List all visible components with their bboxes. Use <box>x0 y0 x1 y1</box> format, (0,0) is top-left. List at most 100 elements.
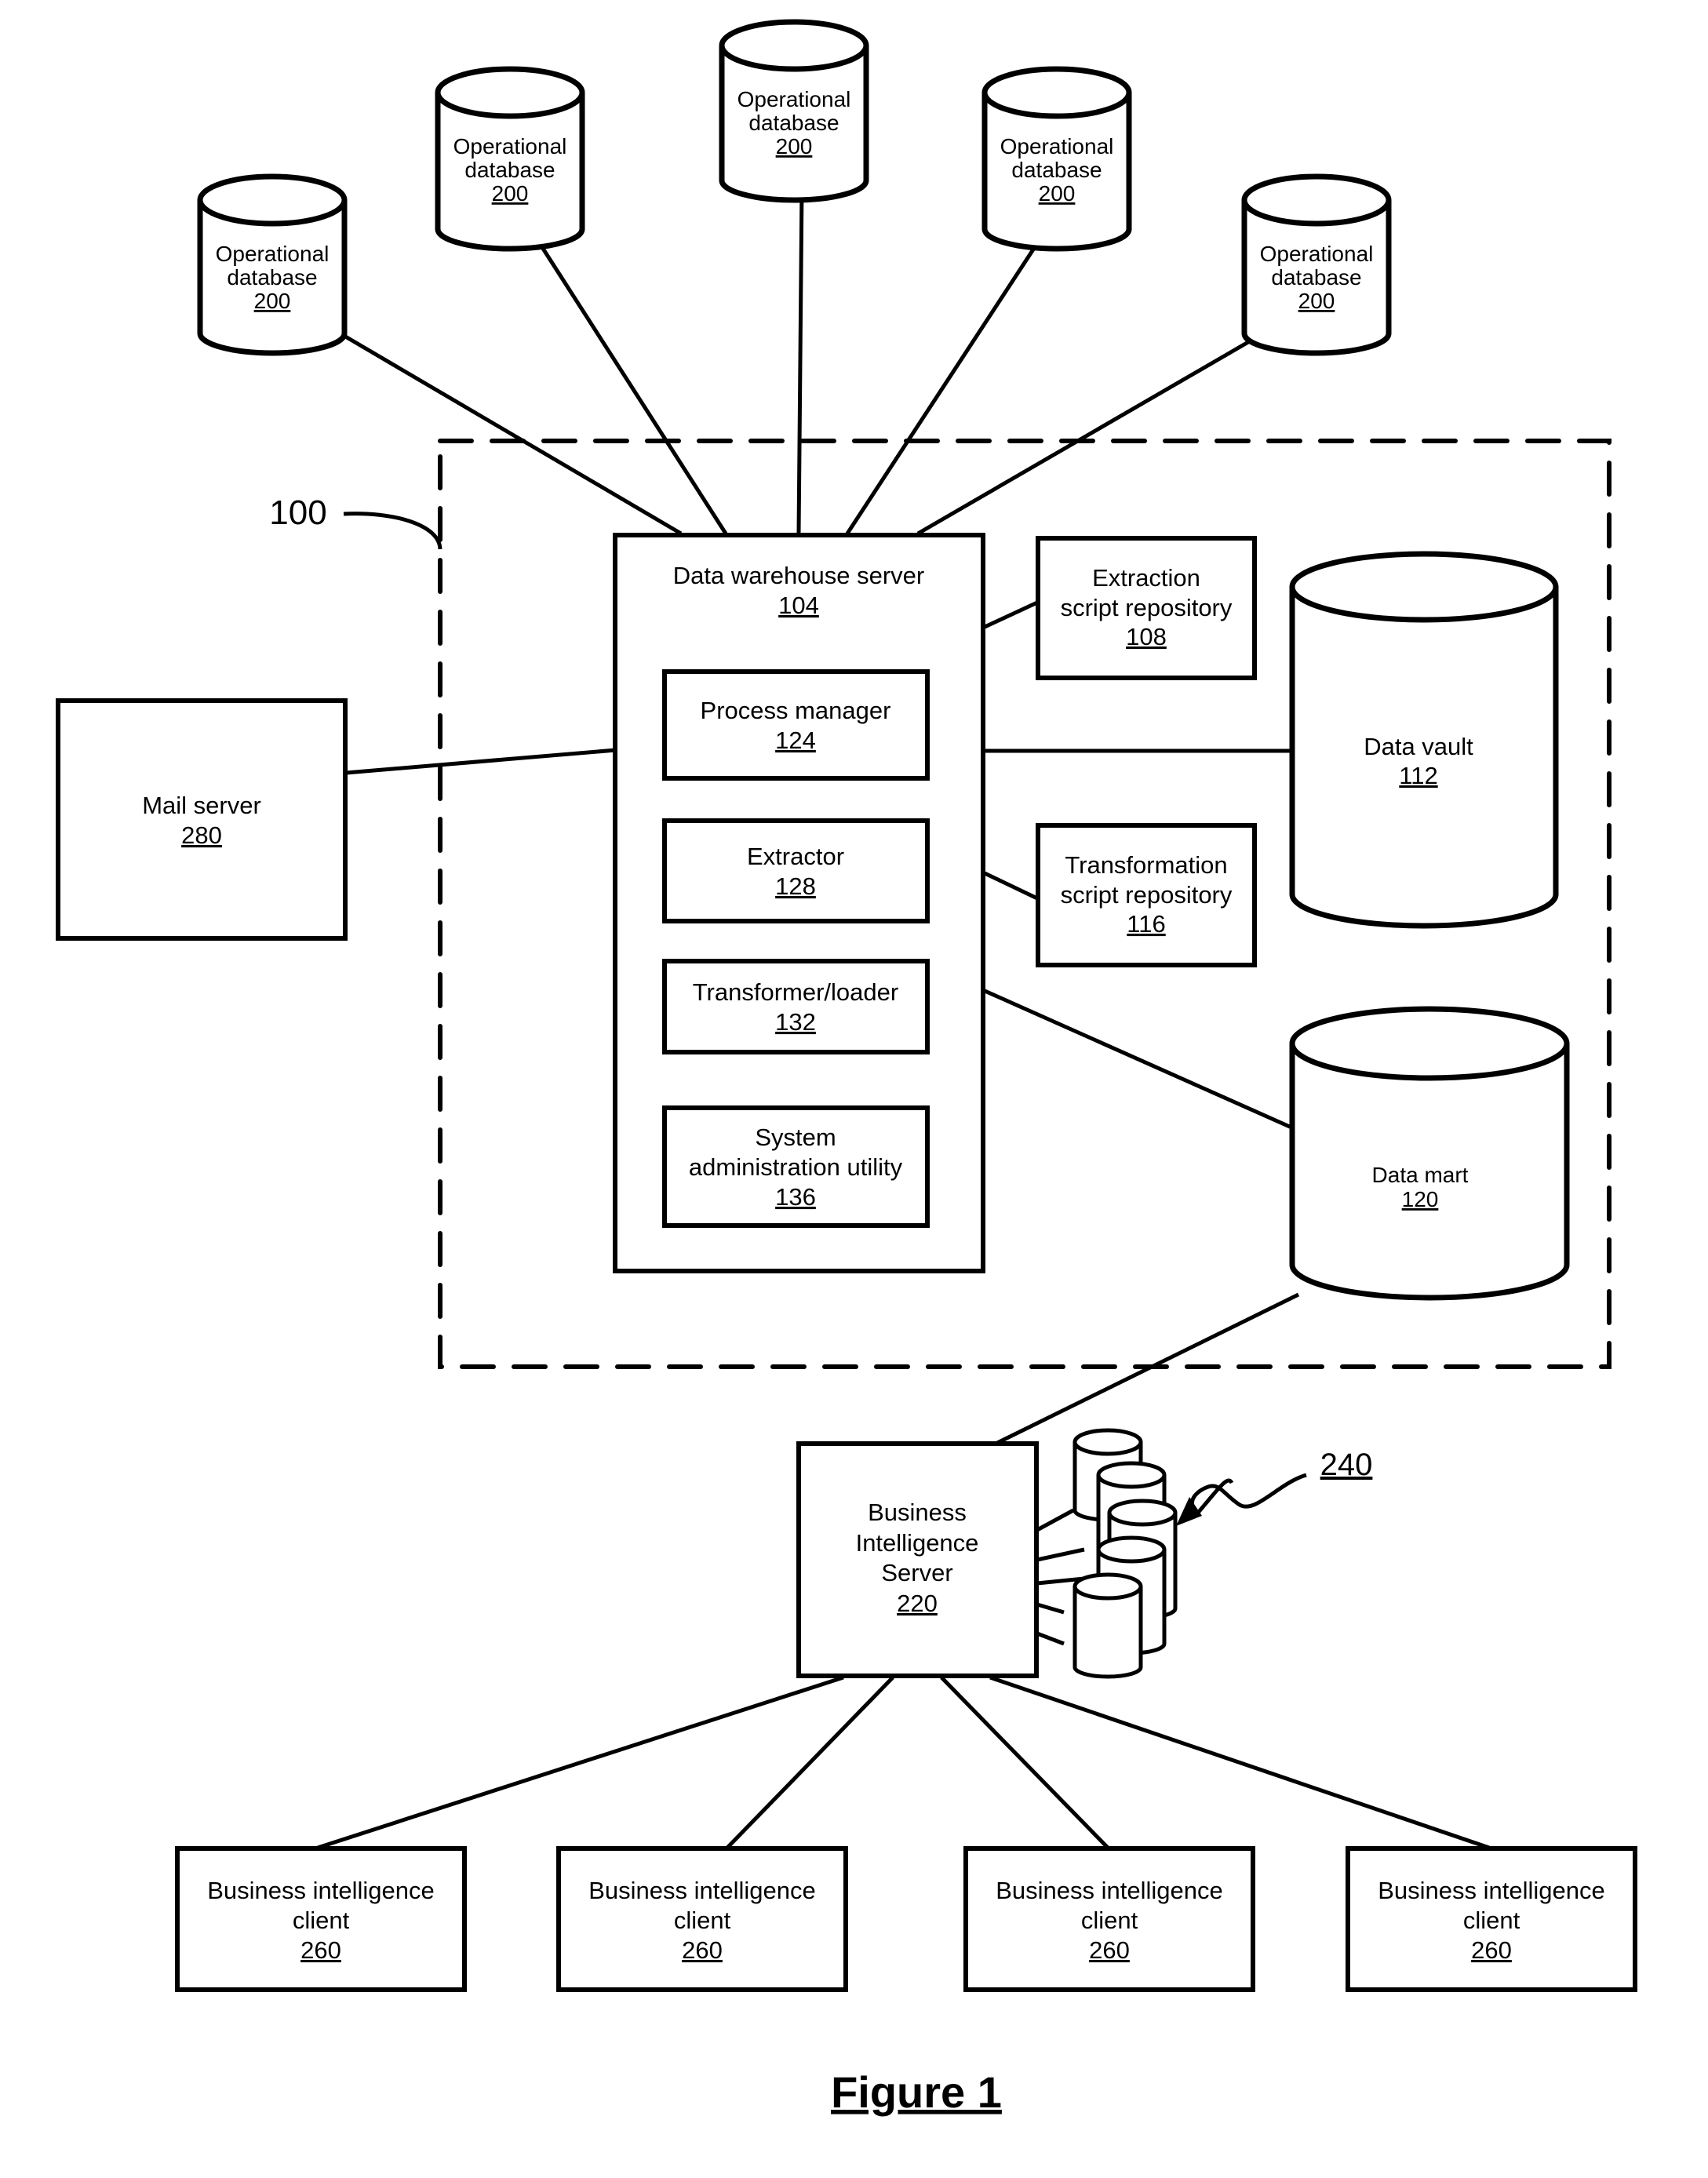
bi-store-ref-label: 240 <box>1320 1448 1373 1482</box>
link-opdb3-dws <box>796 186 804 534</box>
dws-component-ref: 128 <box>775 872 816 900</box>
operational-database[interactable]: Operationaldatabase200 <box>1241 173 1392 356</box>
bi-clients: Business intelligenceclient260Business i… <box>175 1846 1637 1992</box>
opdb-ref: 200 <box>776 134 813 158</box>
bi-client-label: client <box>674 1907 731 1934</box>
data-vault-ref: 112 <box>1399 762 1437 789</box>
link-opdb2-dws <box>531 232 728 535</box>
transformation-script-repository[interactable]: Transformation script repository 116 <box>1036 823 1257 967</box>
data-vault[interactable]: Data vault 112 <box>1289 551 1559 929</box>
bi-client-ref: 260 <box>300 1936 341 1964</box>
opdb-label-line1: Operational <box>1260 242 1374 266</box>
system-ref-leader <box>343 512 442 550</box>
bi-client-ref: 260 <box>1089 1936 1130 1964</box>
bi-server-line2: Intelligence <box>856 1529 979 1557</box>
link-bi-server-client1 <box>317 1675 844 1850</box>
operational-database[interactable]: Operationaldatabase200 <box>719 19 869 203</box>
mail-server-ref: 280 <box>181 821 222 849</box>
bi-client-label: Business intelligence <box>996 1877 1223 1904</box>
dws-component-label: Transformer/loader <box>693 978 898 1006</box>
operational-database[interactable]: Operationaldatabase200 <box>435 66 585 252</box>
opdb-ref: 200 <box>492 181 529 206</box>
bi-client[interactable]: Business intelligence client260 <box>556 1846 848 1992</box>
opdb-label-line2: database <box>1011 158 1102 182</box>
dws-component[interactable]: Process manager 124 <box>662 669 930 781</box>
bi-store-ref-indicator: 240 <box>1176 1448 1372 1526</box>
bi-store-cylinder-icon <box>1073 1572 1143 1679</box>
link-bi-server-client2 <box>726 1676 894 1849</box>
bi-server-ref: 220 <box>897 1590 938 1617</box>
dws-component-ref: 136 <box>775 1183 816 1211</box>
bi-client-label: client <box>293 1907 350 1934</box>
link-data-mart-bi-server <box>991 1292 1300 1448</box>
bi-server-line1: Business <box>868 1499 967 1526</box>
dws-component-ref: 132 <box>775 1008 816 1036</box>
link-mail-dws <box>345 748 617 775</box>
link-dws-data-mart <box>981 988 1293 1130</box>
dws-component-label: administration utility <box>689 1153 903 1181</box>
link-opdb4-dws <box>845 232 1046 535</box>
operational-database[interactable]: Operationaldatabase200 <box>197 173 348 356</box>
opdb-label-line2: database <box>227 265 317 290</box>
cluster-link-1 <box>1036 1508 1075 1532</box>
bi-client-label: client <box>1081 1907 1138 1934</box>
bi-server-line3: Server <box>881 1559 952 1586</box>
dws-component[interactable]: Systemadministration utility136 <box>662 1105 930 1228</box>
bi-client-label: Business intelligence <box>588 1877 816 1904</box>
data-warehouse-server[interactable]: Data warehouse server 104 Process manage… <box>613 533 985 1273</box>
squiggle-leader <box>1190 1473 1307 1514</box>
figure-caption: Figure 1 <box>831 2067 1002 2117</box>
bi-client[interactable]: Business intelligence client260 <box>963 1846 1255 1992</box>
opdb-ref: 200 <box>254 289 291 313</box>
opdb-label-line1: Operational <box>737 87 851 111</box>
opdb-label-line2: database <box>464 158 555 182</box>
link-dws-extraction-repo <box>981 600 1039 630</box>
transformation-repo-ref: 116 <box>1127 910 1165 938</box>
link-bi-server-client4 <box>989 1675 1490 1850</box>
dws-component-label: Extractor <box>747 843 844 870</box>
extraction-repo-ref: 108 <box>1126 623 1167 650</box>
architecture-diagram: 100 Operationaldatabase200Operationaldat… <box>56 19 1637 2117</box>
extraction-repo-line1: Extraction <box>1092 564 1200 592</box>
bi-server[interactable]: Business Intelligence Server 220 <box>796 1441 1039 1678</box>
opdb-ref: 200 <box>1298 289 1335 313</box>
opdb-label-line1: Operational <box>453 134 567 158</box>
operational-database[interactable]: Operationaldatabase200 <box>981 66 1132 252</box>
bi-client-label: client <box>1463 1907 1520 1934</box>
data-vault-label: Data vault <box>1364 733 1473 760</box>
system-ref-label: 100 <box>269 494 326 532</box>
link-dws-transformation-repo <box>981 870 1039 901</box>
extraction-script-repository[interactable]: Extraction script repository 108 <box>1036 536 1257 680</box>
opdb-label-line1: Operational <box>216 242 330 266</box>
dws-ref: 104 <box>778 592 819 619</box>
data-mart[interactable]: Data mart 120 <box>1289 1006 1570 1301</box>
dws-component-label: System <box>755 1124 836 1151</box>
cluster-link-5 <box>1036 1631 1065 1646</box>
bi-client-ref: 260 <box>682 1936 723 1964</box>
data-mart-ref: 120 <box>1402 1187 1439 1211</box>
dws-component[interactable]: Transformer/loader132 <box>662 959 930 1054</box>
transformation-repo-line2: script repository <box>1061 881 1233 909</box>
link-opdb1-dws <box>332 327 683 536</box>
dws-component[interactable]: Extractor128 <box>662 818 930 923</box>
dws-component-label: Process manager <box>701 697 891 724</box>
opdb-label-line1: Operational <box>1000 134 1114 158</box>
dws-label: Data warehouse server <box>673 562 925 589</box>
operational-databases: Operationaldatabase200Operationaldatabas… <box>197 19 1392 356</box>
cluster-link-2 <box>1036 1547 1085 1562</box>
mail-server[interactable]: Mail server 280 <box>56 698 348 941</box>
bi-client[interactable]: Business intelligence client260 <box>175 1846 467 1992</box>
cluster-link-4 <box>1036 1602 1065 1615</box>
link-opdb5-dws <box>916 331 1265 536</box>
bi-data-store-cluster <box>1036 1428 1178 1679</box>
transformation-repo-line1: Transformation <box>1065 851 1227 879</box>
dws-component-ref: 124 <box>775 727 816 754</box>
bi-client-label: Business intelligence <box>1378 1877 1605 1904</box>
opdb-ref: 200 <box>1039 181 1076 206</box>
bi-client[interactable]: Business intelligence client260 <box>1346 1846 1637 1992</box>
opdb-label-line2: database <box>1271 265 1361 290</box>
mail-server-label: Mail server <box>142 792 261 819</box>
data-mart-label: Data mart <box>1372 1163 1469 1187</box>
bi-client-ref: 260 <box>1471 1936 1512 1964</box>
extraction-repo-line2: script repository <box>1061 594 1233 621</box>
